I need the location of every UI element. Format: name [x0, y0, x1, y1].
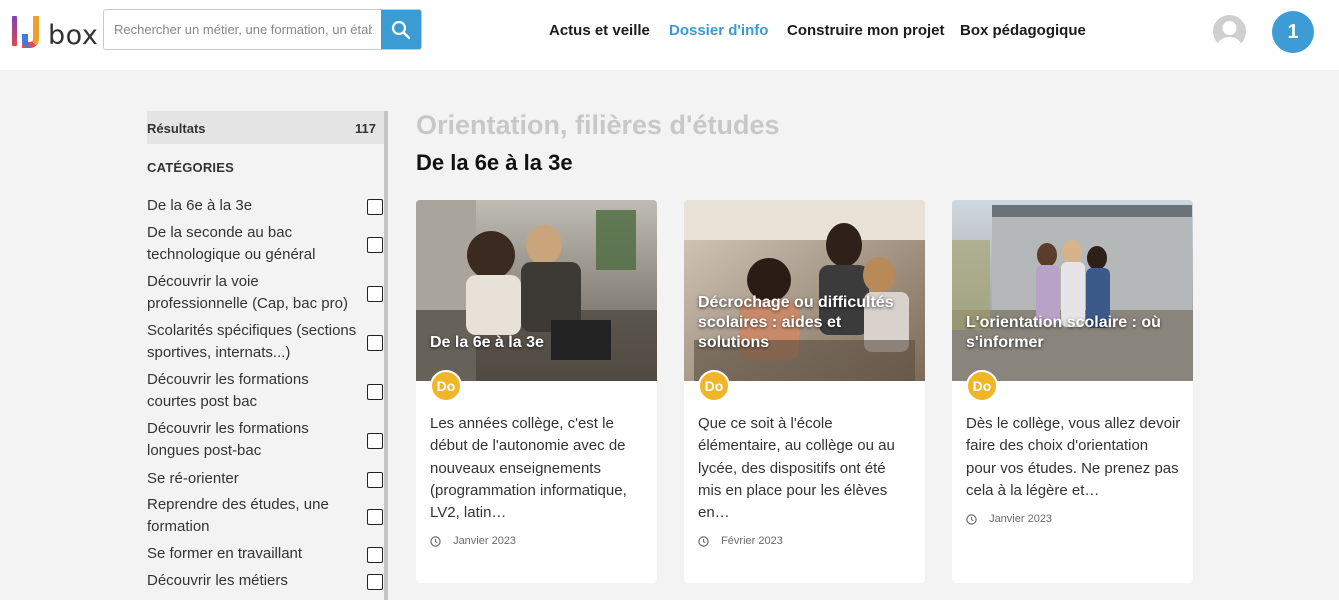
- card-caption: De la 6e à la 3e: [430, 334, 544, 351]
- category-item[interactable]: Se ré-orienter: [147, 468, 385, 490]
- category-item[interactable]: Découvrir les formations courtes post ba…: [147, 369, 385, 413]
- card-date: Janvier 2023: [966, 513, 1052, 525]
- card-date-text: Janvier 2023: [453, 535, 517, 548]
- category-item[interactable]: Découvrir les formations longues post-ba…: [147, 418, 385, 462]
- nav-actus-et-veille[interactable]: Actus et veille: [549, 22, 650, 39]
- category-label: Reprendre des études, une formation: [147, 496, 329, 535]
- article-card[interactable]: L'orientation scolaire : où s'informer D…: [952, 200, 1193, 583]
- article-card[interactable]: Décrochage ou difficultés scolaires : ai…: [684, 200, 925, 583]
- user-avatar[interactable]: [1213, 15, 1246, 48]
- article-card[interactable]: De la 6e à la 3e Do Les années collège, …: [416, 200, 657, 583]
- categories-heading: CATÉGORIES: [147, 160, 234, 175]
- category-checkbox[interactable]: [367, 384, 383, 400]
- top-header: box Actus et veille Dossier d'info Const…: [0, 0, 1339, 70]
- card-description: Les années collège, c'est le début de l'…: [430, 415, 627, 522]
- search-bar: [103, 9, 422, 50]
- card-type-badge: Do: [698, 370, 730, 402]
- photo-illustration: [684, 200, 925, 381]
- results-label: Résultats: [147, 121, 206, 136]
- card-image-students-walking: L'orientation scolaire : où s'informer: [952, 200, 1193, 381]
- card-description: Dès le collège, vous allez devoir faire …: [966, 415, 1181, 499]
- card-date-text: Février 2023: [721, 535, 783, 548]
- category-label: De la seconde au bac technologique ou gé…: [147, 224, 316, 263]
- user-icon: [1213, 15, 1246, 48]
- category-checkbox[interactable]: [367, 574, 383, 590]
- card-date: Janvier 2023: [430, 535, 516, 547]
- card-image-students-stairs: De la 6e à la 3e: [416, 200, 657, 381]
- logo-mark-i: [12, 16, 17, 46]
- category-label: Scolarités spécifiques (sections sportiv…: [147, 322, 357, 361]
- category-label: Découvrir les formations courtes post ba…: [147, 371, 309, 410]
- card-type-badge: Do: [966, 370, 998, 402]
- category-checkbox[interactable]: [367, 472, 383, 488]
- clock-icon: [698, 535, 709, 547]
- nav-dossier-info[interactable]: Dossier d'info: [669, 22, 768, 39]
- category-item[interactable]: Découvrir la voie professionnelle (Cap, …: [147, 271, 385, 315]
- section-title: Orientation, filières d'études: [416, 110, 780, 140]
- logo-text: box: [48, 20, 99, 51]
- clock-icon: [430, 535, 441, 547]
- card-date: Février 2023: [698, 535, 783, 547]
- category-checkbox[interactable]: [367, 547, 383, 563]
- category-item[interactable]: De la 6e à la 3e: [147, 195, 385, 217]
- card-image-classroom: Décrochage ou difficultés scolaires : ai…: [684, 200, 925, 381]
- category-checkbox[interactable]: [367, 509, 383, 525]
- card-description: Que ce soit à l'école élémentaire, au co…: [698, 415, 895, 522]
- card-caption: L'orientation scolaire : où s'informer: [966, 314, 1161, 351]
- nav-construire-mon-projet[interactable]: Construire mon projet: [787, 22, 945, 39]
- search-input[interactable]: [104, 10, 382, 49]
- category-checkbox[interactable]: [367, 286, 383, 302]
- page-subtitle: De la 6e à la 3e: [416, 150, 573, 175]
- category-label: Découvrir la voie professionnelle (Cap, …: [147, 273, 348, 312]
- card-caption: Décrochage ou difficultés scolaires : ai…: [698, 294, 894, 351]
- logo-mark-j: [22, 16, 39, 48]
- category-checkbox[interactable]: [367, 237, 383, 253]
- category-checkbox[interactable]: [367, 433, 383, 449]
- ij-box-logo[interactable]: box: [12, 14, 98, 52]
- search-icon: [391, 20, 411, 39]
- photo-illustration: [416, 200, 657, 381]
- clock-icon: [966, 513, 977, 525]
- category-label: Découvrir les formations longues post-ba…: [147, 420, 309, 459]
- category-item[interactable]: Découvrir les métiers: [147, 570, 385, 592]
- card-type-badge: Do: [430, 370, 462, 402]
- category-checkbox[interactable]: [367, 199, 383, 215]
- photo-illustration: [952, 200, 1193, 381]
- notification-badge[interactable]: 1: [1272, 11, 1314, 53]
- card-date-text: Janvier 2023: [989, 513, 1053, 526]
- filter-sidebar: Résultats 117 CATÉGORIES De la 6e à la 3…: [147, 111, 388, 600]
- category-label: Découvrir les métiers: [147, 572, 288, 589]
- category-label: Se former en travaillant: [147, 545, 303, 562]
- nav-box-pedagogique[interactable]: Box pédagogique: [960, 22, 1086, 39]
- category-item[interactable]: Se former en travaillant: [147, 543, 385, 565]
- results-count: 117: [355, 121, 376, 136]
- category-checkbox[interactable]: [367, 335, 383, 351]
- category-label: Se ré-orienter: [147, 470, 239, 487]
- results-summary: Résultats 117: [147, 111, 384, 144]
- category-item[interactable]: Reprendre des études, une formation: [147, 494, 385, 538]
- category-label: De la 6e à la 3e: [147, 197, 253, 214]
- category-item[interactable]: Scolarités spécifiques (sections sportiv…: [147, 320, 385, 364]
- search-button[interactable]: [381, 10, 421, 49]
- category-item[interactable]: De la seconde au bac technologique ou gé…: [147, 222, 385, 266]
